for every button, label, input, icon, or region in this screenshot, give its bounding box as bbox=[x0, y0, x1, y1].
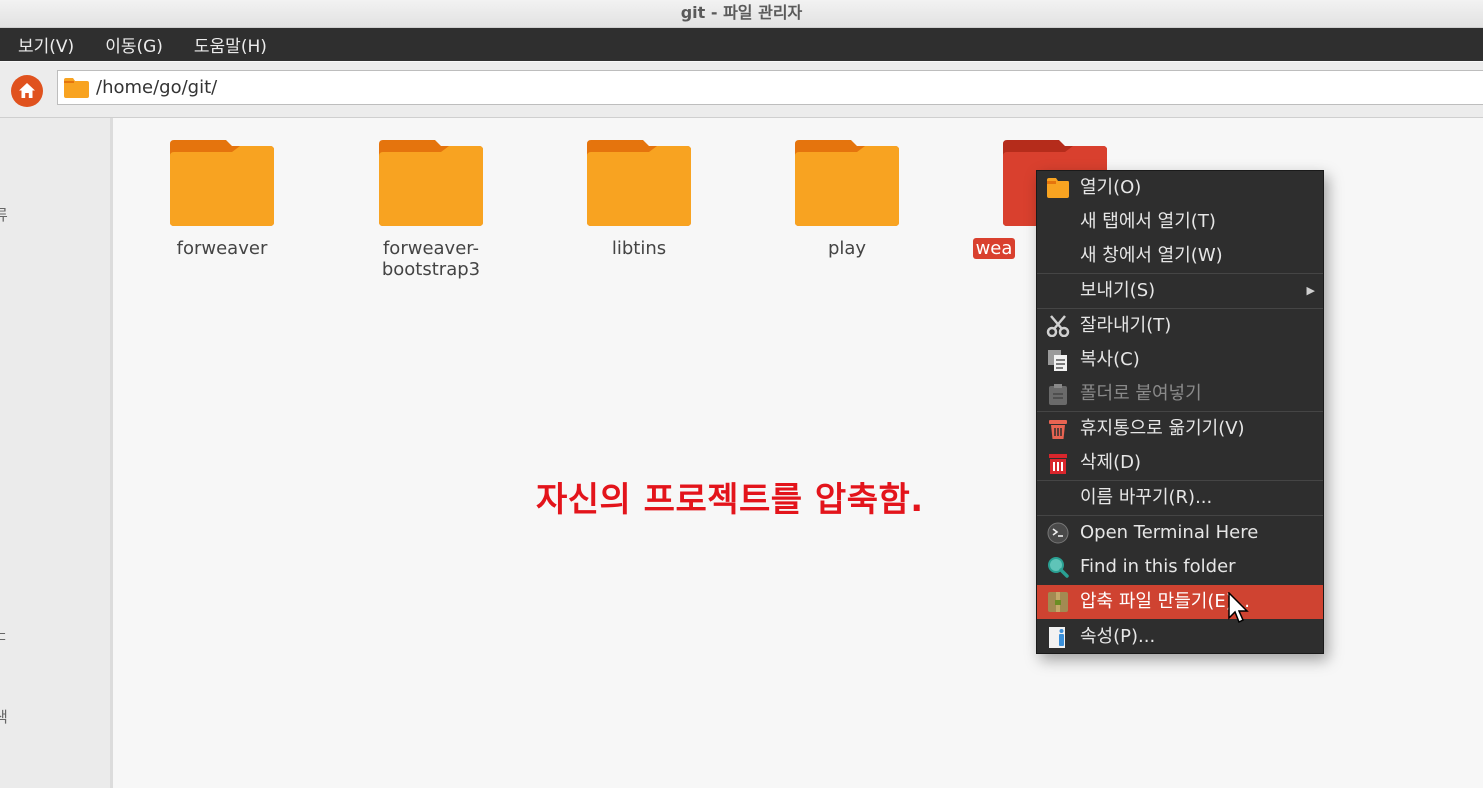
folder-icon bbox=[64, 78, 89, 98]
sidebar-partial-label[interactable]: ㄷ bbox=[0, 626, 8, 647]
trash-icon bbox=[1049, 420, 1067, 439]
path-text: /home/go/git/ bbox=[96, 77, 218, 98]
menu-item-cut[interactable]: 잘라내기(T) bbox=[1037, 309, 1323, 343]
menu-help[interactable]: 도움말(H) bbox=[176, 32, 280, 57]
context-menu: 열기(O) 새 탭에서 열기(T) 새 창에서 열기(W) 보내기(S) ▶ 잘… bbox=[1036, 170, 1324, 654]
menu-item-move-to-trash[interactable]: 휴지통으로 옮기기(V) bbox=[1037, 412, 1323, 446]
menu-item-create-archive[interactable]: 압축 파일 만들기(E)... bbox=[1037, 585, 1323, 619]
folder-name: play bbox=[827, 238, 867, 259]
archive-icon bbox=[1048, 592, 1068, 612]
paste-icon bbox=[1049, 384, 1067, 405]
menu-item-rename[interactable]: 이름 바꾸기(R)... bbox=[1037, 481, 1323, 515]
scissors-icon bbox=[1046, 315, 1070, 337]
window-titlebar: git - 파일 관리자 bbox=[0, 0, 1483, 28]
location-toolbar: /home/go/git/ bbox=[0, 62, 1483, 118]
menu-item-send-to[interactable]: 보내기(S) ▶ bbox=[1037, 274, 1323, 308]
annotation-caption: 자신의 프로젝트를 압축함. bbox=[536, 480, 924, 520]
folder-icon bbox=[795, 140, 899, 226]
folder-name: libtins bbox=[611, 238, 667, 259]
menu-item-delete[interactable]: 삭제(D) bbox=[1037, 446, 1323, 480]
folder-name: forweaver bbox=[176, 238, 268, 259]
folder-item[interactable]: forweaver-bootstrap3 bbox=[341, 140, 521, 280]
mouse-cursor-icon bbox=[1228, 592, 1249, 624]
sidebar-partial-label[interactable]: 색 bbox=[0, 706, 8, 727]
terminal-icon bbox=[1047, 522, 1069, 544]
menu-go[interactable]: 이동(G) bbox=[87, 32, 176, 57]
menu-item-open-new-tab[interactable]: 새 탭에서 열기(T) bbox=[1037, 205, 1323, 239]
folder-name: wea bbox=[972, 238, 1016, 259]
home-button[interactable] bbox=[11, 75, 43, 107]
folder-icon bbox=[587, 140, 691, 226]
menubar: 보기(V) 이동(G) 도움말(H) bbox=[0, 28, 1483, 61]
search-icon bbox=[1048, 557, 1069, 578]
sidebar-partial-label[interactable]: 류 bbox=[0, 204, 8, 225]
folder-icon bbox=[1047, 178, 1069, 198]
submenu-arrow-icon: ▶ bbox=[1306, 284, 1315, 297]
folder-item[interactable]: libtins bbox=[549, 140, 729, 259]
home-icon bbox=[19, 83, 35, 98]
path-entry[interactable]: /home/go/git/ bbox=[57, 70, 1483, 105]
delete-icon bbox=[1049, 454, 1067, 474]
menu-item-copy[interactable]: 복사(C) bbox=[1037, 343, 1323, 377]
folder-item[interactable]: forweaver bbox=[132, 140, 312, 259]
menu-item-open[interactable]: 열기(O) bbox=[1037, 171, 1323, 205]
menu-item-open-terminal[interactable]: Open Terminal Here bbox=[1037, 516, 1323, 550]
window-title: git - 파일 관리자 bbox=[680, 3, 803, 22]
folder-name: forweaver-bootstrap3 bbox=[381, 238, 481, 280]
properties-icon bbox=[1049, 627, 1065, 648]
sidebar: 류 ㄷ 색 bbox=[0, 118, 111, 788]
folder-icon bbox=[170, 140, 274, 226]
folder-icon bbox=[379, 140, 483, 226]
menu-item-open-new-window[interactable]: 새 창에서 열기(W) bbox=[1037, 239, 1323, 273]
menu-item-paste-into-folder[interactable]: 폴더로 붙여넣기 bbox=[1037, 377, 1323, 411]
copy-icon bbox=[1048, 350, 1067, 371]
menu-view[interactable]: 보기(V) bbox=[0, 32, 87, 57]
folder-item[interactable]: play bbox=[757, 140, 937, 259]
menu-item-find-in-folder[interactable]: Find in this folder bbox=[1037, 550, 1323, 584]
menu-item-properties[interactable]: 속성(P)... bbox=[1037, 620, 1323, 654]
